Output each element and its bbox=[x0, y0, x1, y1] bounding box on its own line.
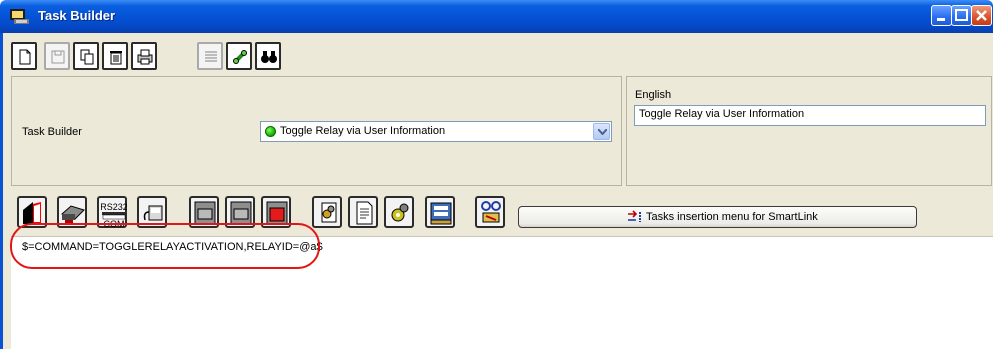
tasks-insertion-menu-button[interactable]: Tasks insertion menu for SmartLink bbox=[518, 206, 917, 228]
minimize-icon bbox=[937, 18, 945, 21]
highlight-annotation bbox=[10, 223, 320, 269]
new-icon bbox=[19, 49, 31, 65]
language-label: English bbox=[635, 89, 672, 101]
copy-icon bbox=[80, 49, 94, 65]
close-button[interactable] bbox=[971, 5, 992, 26]
task-select-value: Toggle Relay via User Information bbox=[280, 125, 446, 137]
document-button[interactable] bbox=[348, 196, 378, 228]
app-icon bbox=[10, 9, 29, 24]
link-button[interactable] bbox=[226, 42, 252, 70]
form-button[interactable] bbox=[425, 196, 455, 228]
link-icon bbox=[233, 50, 247, 64]
maximize-button[interactable] bbox=[951, 5, 972, 26]
find-button[interactable] bbox=[255, 42, 281, 70]
maximize-icon bbox=[955, 9, 968, 21]
new-button[interactable] bbox=[11, 42, 37, 70]
script-button[interactable] bbox=[312, 196, 342, 228]
minimize-button[interactable] bbox=[931, 5, 952, 26]
binoculars-icon bbox=[261, 51, 277, 63]
insert-menu-icon bbox=[628, 210, 641, 222]
delete-icon bbox=[110, 51, 122, 65]
task-select[interactable]: Toggle Relay via User Information bbox=[260, 121, 612, 142]
link-settings-icon bbox=[481, 201, 501, 223]
description-field[interactable]: Toggle Relay via User Information bbox=[634, 105, 986, 126]
script-gears-icon bbox=[321, 202, 337, 223]
rs232-text: RS232 bbox=[101, 202, 127, 212]
document-icon bbox=[356, 201, 373, 225]
save-button[interactable] bbox=[44, 42, 70, 70]
close-icon bbox=[976, 10, 987, 21]
copy-button[interactable] bbox=[73, 42, 99, 70]
delete-button[interactable] bbox=[102, 42, 128, 70]
status-dot-icon bbox=[265, 126, 276, 137]
task-builder-label: Task Builder bbox=[22, 126, 82, 138]
title-bar: Task Builder bbox=[0, 0, 993, 33]
link-settings-button[interactable] bbox=[475, 196, 505, 228]
chevron-down-icon bbox=[598, 129, 607, 135]
list-icon bbox=[205, 51, 217, 62]
form-icon bbox=[430, 202, 452, 225]
list-button[interactable] bbox=[197, 42, 223, 70]
print-button[interactable] bbox=[131, 42, 157, 70]
save-icon bbox=[51, 50, 65, 64]
print-icon bbox=[137, 49, 153, 65]
dropdown-button[interactable] bbox=[593, 123, 610, 140]
main-toolbar bbox=[11, 42, 281, 72]
window-title: Task Builder bbox=[38, 8, 116, 23]
tasks-insertion-menu-label: Tasks insertion menu for SmartLink bbox=[646, 211, 818, 223]
gears-button[interactable] bbox=[384, 196, 414, 228]
language-panel bbox=[626, 76, 992, 186]
gears-icon bbox=[391, 203, 409, 222]
